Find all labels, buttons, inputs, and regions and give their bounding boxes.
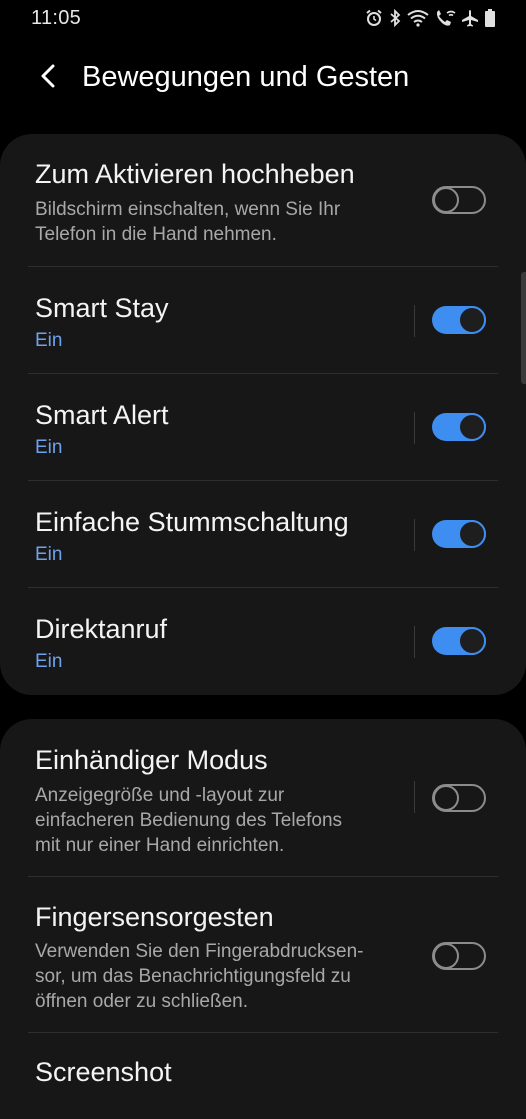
app-header: Bewegungen und Gesten: [0, 50, 526, 106]
setting-title: Einfache Stummschaltung: [35, 507, 349, 537]
separator: [414, 305, 415, 337]
wifi-icon: [407, 9, 429, 27]
setting-easy-mute[interactable]: Einfache Stummschaltung Ein: [28, 481, 498, 587]
setting-finger-sensor-gestures[interactable]: Fingersensorgesten Verwenden Sie den Fin…: [28, 877, 498, 1032]
status-icons: [365, 7, 496, 29]
back-button[interactable]: [28, 58, 68, 98]
setting-status: Ein: [35, 544, 63, 565]
setting-description: Verwenden Sie den Fingerabdrucksen- sor,…: [35, 941, 364, 1012]
settings-group-motions: Zum Aktivieren hochheben Bildschirm eins…: [0, 134, 526, 695]
setting-lift-to-wake[interactable]: Zum Aktivieren hochheben Bildschirm eins…: [28, 134, 498, 266]
bluetooth-icon: [388, 9, 402, 27]
battery-icon: [484, 9, 496, 27]
scroll-indicator[interactable]: [521, 272, 526, 384]
airplane-icon: [461, 9, 479, 27]
page-title: Bewegungen und Gesten: [82, 61, 410, 93]
setting-title: Zum Aktivieren hochheben: [35, 159, 355, 189]
setting-title: Smart Stay: [35, 293, 169, 323]
easy-mute-toggle[interactable]: [432, 520, 486, 548]
separator: [414, 519, 415, 551]
separator: [414, 781, 415, 813]
setting-smart-stay[interactable]: Smart Stay Ein: [28, 267, 498, 373]
setting-description: Bildschirm einschalten, wenn Sie Ihr Tel…: [35, 199, 341, 245]
finger-sensor-gestures-toggle[interactable]: [432, 942, 486, 970]
setting-status: Ein: [35, 651, 63, 672]
setting-status: Ein: [35, 330, 63, 351]
back-arrow-icon: [38, 63, 58, 94]
direct-call-toggle[interactable]: [432, 627, 486, 655]
setting-title: Smart Alert: [35, 400, 169, 430]
setting-title: Direktanruf: [35, 614, 168, 644]
separator: [414, 412, 415, 444]
separator: [414, 626, 415, 658]
setting-title: Einhändiger Modus: [35, 745, 268, 775]
setting-one-handed-mode[interactable]: Einhändiger Modus Anzeigegröße und -layo…: [28, 719, 498, 876]
one-handed-mode-toggle[interactable]: [432, 784, 486, 812]
smart-alert-toggle[interactable]: [432, 413, 486, 441]
settings-group-handling: Einhändiger Modus Anzeigegröße und -layo…: [0, 719, 526, 1119]
wifi-calling-icon: [434, 9, 456, 27]
lift-to-wake-toggle[interactable]: [432, 186, 486, 214]
setting-smart-alert[interactable]: Smart Alert Ein: [28, 374, 498, 480]
setting-title: Fingersensorgesten: [35, 902, 274, 932]
setting-status: Ein: [35, 437, 63, 458]
setting-screenshot[interactable]: Screenshot: [28, 1033, 498, 1113]
setting-description: Anzeigegröße und -layout zur einfacheren…: [35, 785, 343, 856]
status-bar: 11:05: [0, 0, 526, 36]
smart-stay-toggle[interactable]: [432, 306, 486, 334]
status-time: 11:05: [31, 7, 82, 29]
setting-title: Screenshot: [35, 1057, 172, 1087]
alarm-icon: [365, 9, 383, 27]
setting-direct-call[interactable]: Direktanruf Ein: [28, 588, 498, 694]
